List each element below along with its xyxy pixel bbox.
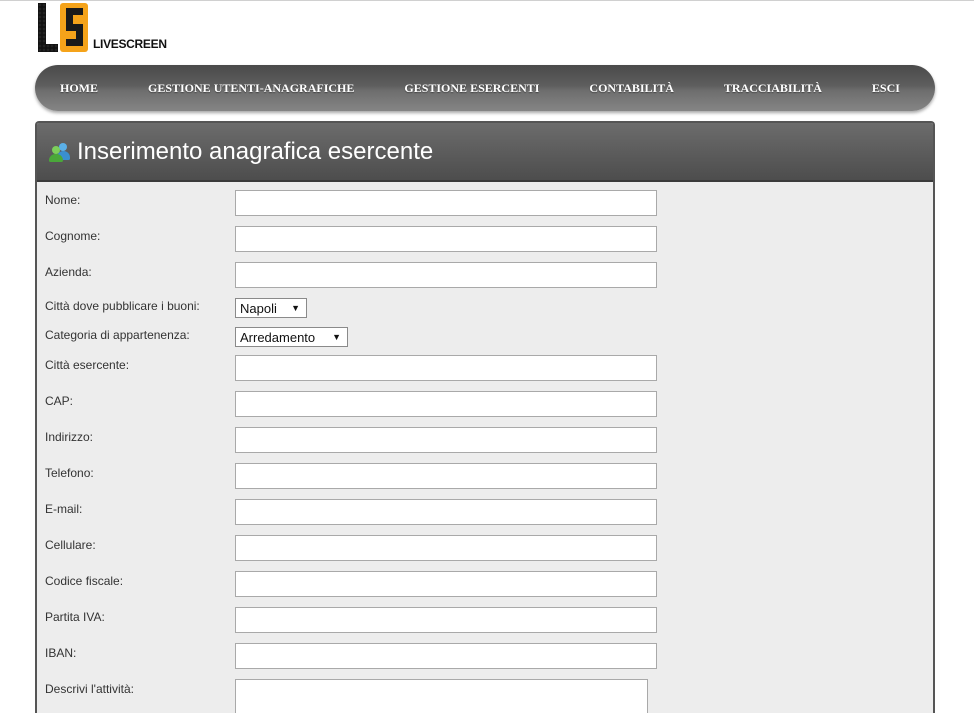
descrizione-label: Descrivi l'attività: xyxy=(45,682,134,696)
esercente-form: Nome: Cognome: Azienda: Città dove pubbl… xyxy=(37,182,933,713)
logo-mark xyxy=(38,3,88,52)
partita-iva-input[interactable] xyxy=(235,607,657,633)
form-row-cognome: Cognome: xyxy=(37,226,933,262)
nav-gestione-esercenti[interactable]: GESTIONE ESERCENTI xyxy=(404,81,539,96)
telefono-label: Telefono: xyxy=(45,466,94,480)
nav-home[interactable]: HOME xyxy=(60,81,98,96)
cellulare-label: Cellulare: xyxy=(45,538,96,552)
azienda-input[interactable] xyxy=(235,262,657,288)
iban-input[interactable] xyxy=(235,643,657,669)
users-icon xyxy=(49,142,71,162)
partita-iva-label: Partita IVA: xyxy=(45,610,105,624)
email-label: E-mail: xyxy=(45,502,83,516)
cognome-label: Cognome: xyxy=(45,229,101,243)
panel-title: Inserimento anagrafica esercente xyxy=(77,137,434,165)
panel-header: Inserimento anagrafica esercente xyxy=(37,123,933,182)
dropdown-arrow-icon: ▼ xyxy=(291,303,300,313)
form-row-cap: CAP: xyxy=(37,391,933,427)
nav-gestione-utenti[interactable]: GESTIONE UTENTI-ANAGRAFICHE xyxy=(148,81,354,96)
codice-fiscale-input[interactable] xyxy=(235,571,657,597)
form-row-categoria: Categoria di appartenenza: Arredamento ▼ xyxy=(37,327,933,355)
form-panel: Inserimento anagrafica esercente Nome: C… xyxy=(35,121,935,713)
livescreen-logo[interactable]: LIVESCREEN xyxy=(38,2,167,52)
form-row-citta-esercente: Città esercente: xyxy=(37,355,933,391)
nome-label: Nome: xyxy=(45,193,81,207)
form-row-nome: Nome: xyxy=(37,190,933,226)
telefono-input[interactable] xyxy=(235,463,657,489)
logo-letter-l xyxy=(38,3,58,52)
form-row-telefono: Telefono: xyxy=(37,463,933,499)
form-row-descrizione: Descrivi l'attività: xyxy=(37,679,933,713)
citta-buoni-value: Napoli xyxy=(240,300,277,316)
nav-tracciabilita[interactable]: TRACCIABILITÀ xyxy=(724,81,822,96)
citta-buoni-select[interactable]: Napoli ▼ xyxy=(235,298,307,318)
categoria-value: Arredamento xyxy=(240,329,316,345)
form-row-partita-iva: Partita IVA: xyxy=(37,607,933,643)
citta-esercente-label: Città esercente: xyxy=(45,358,130,372)
logo-text: LIVESCREEN xyxy=(93,37,167,51)
form-row-indirizzo: Indirizzo: xyxy=(37,427,933,463)
main-nav: HOME GESTIONE UTENTI-ANAGRAFICHE GESTION… xyxy=(35,65,935,111)
citta-buoni-label: Città dove pubblicare i buoni: xyxy=(45,299,200,313)
nav-contabilita[interactable]: CONTABILITÀ xyxy=(589,81,673,96)
descrizione-textarea[interactable] xyxy=(235,679,648,713)
nav-esci[interactable]: ESCI xyxy=(872,81,900,96)
cap-label: CAP: xyxy=(45,394,74,408)
dropdown-arrow-icon: ▼ xyxy=(332,332,341,342)
cognome-input[interactable] xyxy=(235,226,657,252)
categoria-select[interactable]: Arredamento ▼ xyxy=(235,327,348,347)
logo-letter-s xyxy=(60,3,88,52)
azienda-label: Azienda: xyxy=(45,265,92,279)
iban-label: IBAN: xyxy=(45,646,77,660)
form-row-cellulare: Cellulare: xyxy=(37,535,933,571)
categoria-label: Categoria di appartenenza: xyxy=(45,328,190,342)
nome-input[interactable] xyxy=(235,190,657,216)
form-row-email: E-mail: xyxy=(37,499,933,535)
citta-esercente-input[interactable] xyxy=(235,355,657,381)
form-row-azienda: Azienda: xyxy=(37,262,933,298)
form-row-citta-buoni: Città dove pubblicare i buoni: Napoli ▼ xyxy=(37,298,933,327)
form-row-codice-fiscale: Codice fiscale: xyxy=(37,571,933,607)
codice-fiscale-label: Codice fiscale: xyxy=(45,574,124,588)
email-input[interactable] xyxy=(235,499,657,525)
cellulare-input[interactable] xyxy=(235,535,657,561)
cap-input[interactable] xyxy=(235,391,657,417)
form-row-iban: IBAN: xyxy=(37,643,933,679)
indirizzo-input[interactable] xyxy=(235,427,657,453)
indirizzo-label: Indirizzo: xyxy=(45,430,94,444)
